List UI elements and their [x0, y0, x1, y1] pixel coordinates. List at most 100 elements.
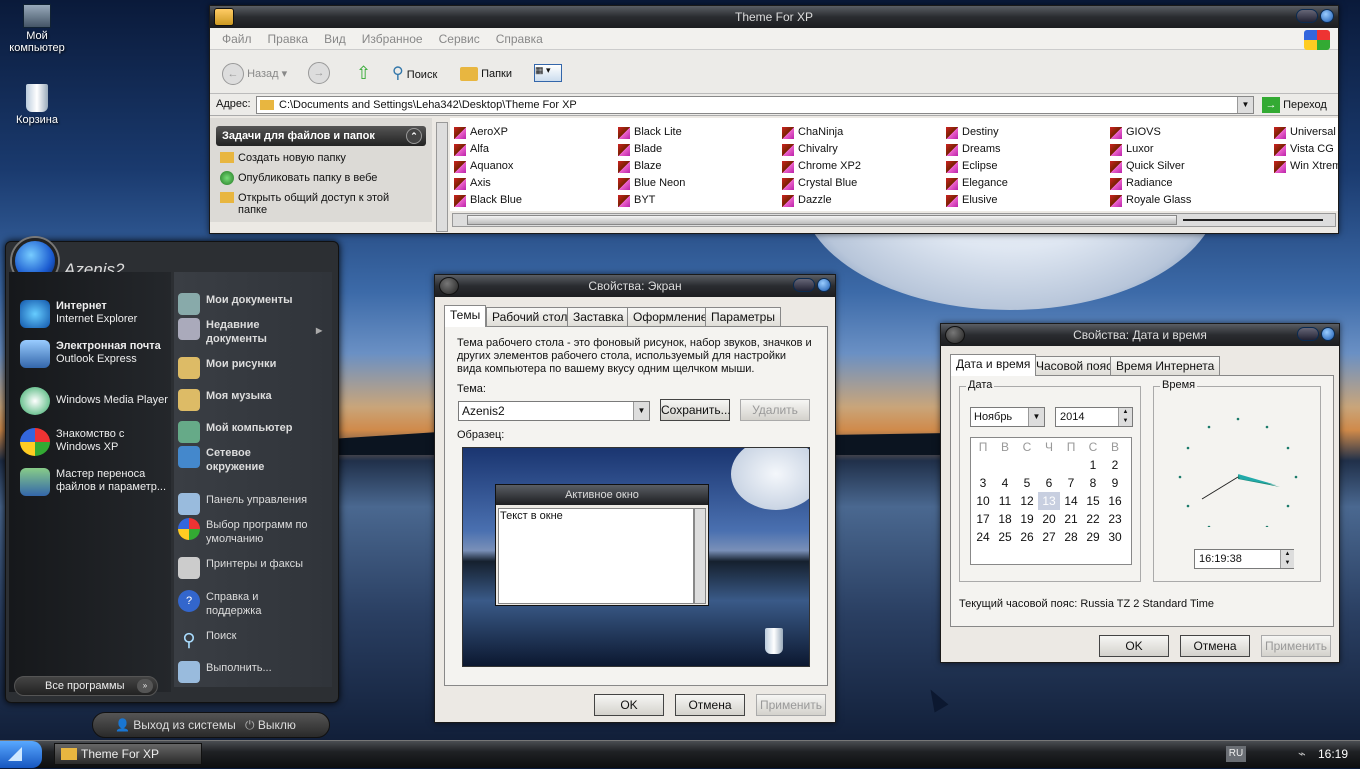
time-stepper[interactable]: 16:19:38 ▲ ▼: [1194, 549, 1294, 569]
calendar-day-selected[interactable]: 13: [1038, 492, 1060, 510]
task-pane-header[interactable]: Задачи для файлов и папок ⌃: [216, 126, 426, 146]
file-item[interactable]: Quick Silver: [1108, 158, 1191, 175]
calendar-day[interactable]: 25: [994, 528, 1016, 546]
menu-view[interactable]: Вид: [324, 28, 346, 49]
start-printers[interactable]: Принтеры и факсы: [178, 557, 303, 579]
save-theme-button[interactable]: Сохранить...: [660, 399, 731, 421]
minimize-button[interactable]: [1296, 9, 1318, 23]
calendar-day[interactable]: 2: [1104, 456, 1126, 474]
help-button[interactable]: [1297, 327, 1319, 341]
address-field[interactable]: C:\Documents and Settings\Leha342\Deskto…: [256, 96, 1254, 114]
calendar-day[interactable]: [972, 456, 994, 474]
file-item[interactable]: GIOVS: [1108, 124, 1191, 141]
calendar-day[interactable]: [1016, 456, 1038, 474]
file-item[interactable]: Aquanox: [452, 158, 522, 175]
calendar-day[interactable]: 11: [994, 492, 1016, 510]
calendar-day[interactable]: 30: [1104, 528, 1126, 546]
desktop-icon-recycle-bin[interactable]: Корзина: [2, 84, 72, 126]
calendar-day[interactable]: 14: [1060, 492, 1082, 510]
search-button[interactable]: ⚲ Поиск: [392, 62, 437, 86]
menu-tools[interactable]: Сервис: [439, 28, 480, 49]
start-my-music[interactable]: Моя музыка: [178, 389, 272, 411]
close-button[interactable]: [817, 278, 831, 292]
year-stepper[interactable]: 2014 ▲ ▼: [1055, 407, 1133, 427]
file-item[interactable]: Dazzle: [780, 192, 861, 209]
all-programs-button[interactable]: Все программы »: [14, 676, 158, 696]
file-item[interactable]: Chivalry: [780, 141, 861, 158]
calendar-day[interactable]: 1: [1082, 456, 1104, 474]
desktop-icon-my-computer[interactable]: Мой компьютер: [2, 4, 72, 54]
month-select[interactable]: Ноябрь ▼: [970, 407, 1045, 427]
start-button[interactable]: [0, 741, 42, 768]
calendar-day[interactable]: 3: [972, 474, 994, 492]
spin-icon[interactable]: ▲ ▼: [1118, 408, 1132, 426]
back-button[interactable]: ← Назад ▾: [222, 62, 292, 86]
scrollbar-thumb[interactable]: [467, 215, 1177, 225]
forward-button[interactable]: →: [308, 62, 330, 84]
file-item[interactable]: Axis: [452, 175, 522, 192]
file-item[interactable]: Radiance: [1108, 175, 1191, 192]
delete-theme-button[interactable]: Удалить: [740, 399, 810, 421]
tab-desktop[interactable]: Рабочий стол: [486, 307, 574, 327]
start-item-email[interactable]: Электронная почта Outlook Express: [20, 340, 161, 368]
file-item[interactable]: Blue Neon: [616, 175, 685, 192]
views-icon[interactable]: ▦ ▾: [534, 64, 562, 82]
calendar-day[interactable]: 16: [1104, 492, 1126, 510]
datetime-titlebar[interactable]: Свойства: Дата и время: [941, 324, 1339, 346]
calendar-day[interactable]: 15: [1082, 492, 1104, 510]
file-item[interactable]: Destiny: [944, 124, 1008, 141]
chevron-down-icon[interactable]: ▼: [633, 402, 649, 420]
cancel-button[interactable]: Отмена: [675, 694, 745, 716]
file-item[interactable]: Alfa: [452, 141, 522, 158]
calendar-day[interactable]: 12: [1016, 492, 1038, 510]
address-dropdown-icon[interactable]: ▼: [1237, 97, 1253, 113]
start-help[interactable]: ? Справка и поддержка: [178, 590, 306, 618]
collapse-icon[interactable]: ⌃: [406, 128, 422, 144]
calendar-day[interactable]: 26: [1016, 528, 1038, 546]
display-titlebar[interactable]: Свойства: Экран: [435, 275, 835, 297]
file-item[interactable]: Elegance: [944, 175, 1008, 192]
start-item-transfer-wizard[interactable]: Мастер переноса файлов и параметр...: [20, 468, 166, 496]
tab-themes[interactable]: Темы: [444, 305, 487, 327]
task-publish-web[interactable]: Опубликовать папку в вебе: [210, 166, 432, 186]
tab-date-time[interactable]: Дата и время: [950, 354, 1037, 376]
start-item-media-player[interactable]: Windows Media Player: [20, 387, 168, 415]
start-default-programs[interactable]: Выбор программ по умолчанию: [178, 518, 316, 546]
file-item[interactable]: Blade: [616, 141, 685, 158]
calendar-day[interactable]: 5: [1016, 474, 1038, 492]
file-item[interactable]: Luxor: [1108, 141, 1191, 158]
tab-screensaver[interactable]: Заставка: [567, 307, 630, 327]
calendar-day[interactable]: 21: [1060, 510, 1082, 528]
tab-appearance[interactable]: Оформление: [627, 307, 714, 327]
tab-time-zone[interactable]: Часовой пояс: [1030, 356, 1119, 376]
ok-button[interactable]: OK: [594, 694, 664, 716]
taskbar-button-theme-for-xp[interactable]: Theme For XP: [54, 743, 202, 765]
calendar-day[interactable]: 7: [1060, 474, 1082, 492]
apply-button[interactable]: Применить: [1261, 635, 1331, 657]
calendar-day[interactable]: 23: [1104, 510, 1126, 528]
shutdown-button[interactable]: ⏻ Выклю: [245, 713, 296, 737]
task-new-folder[interactable]: Создать новую папку: [210, 150, 432, 166]
calendar-day[interactable]: 10: [972, 492, 994, 510]
start-item-tour[interactable]: Знакомство с Windows XP: [20, 428, 124, 456]
start-recent-documents[interactable]: Недавние документы ▶: [178, 318, 322, 346]
calendar-day[interactable]: 9: [1104, 474, 1126, 492]
close-button[interactable]: [1320, 9, 1334, 23]
cancel-button[interactable]: Отмена: [1180, 635, 1250, 657]
task-share-folder[interactable]: Открыть общий доступ к этой папке: [210, 186, 410, 218]
horizontal-scrollbar[interactable]: [452, 213, 1336, 227]
start-item-internet[interactable]: Интернет Internet Explorer: [20, 300, 137, 328]
calendar-day[interactable]: [994, 456, 1016, 474]
file-item[interactable]: AeroXP: [452, 124, 522, 141]
calendar-day[interactable]: 19: [1016, 510, 1038, 528]
calendar-day[interactable]: 27: [1038, 528, 1060, 546]
language-indicator[interactable]: RU: [1226, 746, 1246, 762]
file-item[interactable]: Elusive: [944, 192, 1008, 209]
calendar-day[interactable]: 28: [1060, 528, 1082, 546]
file-item[interactable]: Win Xtrem: [1272, 158, 1338, 175]
ok-button[interactable]: OK: [1099, 635, 1169, 657]
tab-settings[interactable]: Параметры: [705, 307, 781, 327]
logoff-button[interactable]: 👤 Выход из системы: [115, 713, 236, 737]
file-item[interactable]: Chrome XP2: [780, 158, 861, 175]
menu-edit[interactable]: Правка: [268, 28, 309, 49]
